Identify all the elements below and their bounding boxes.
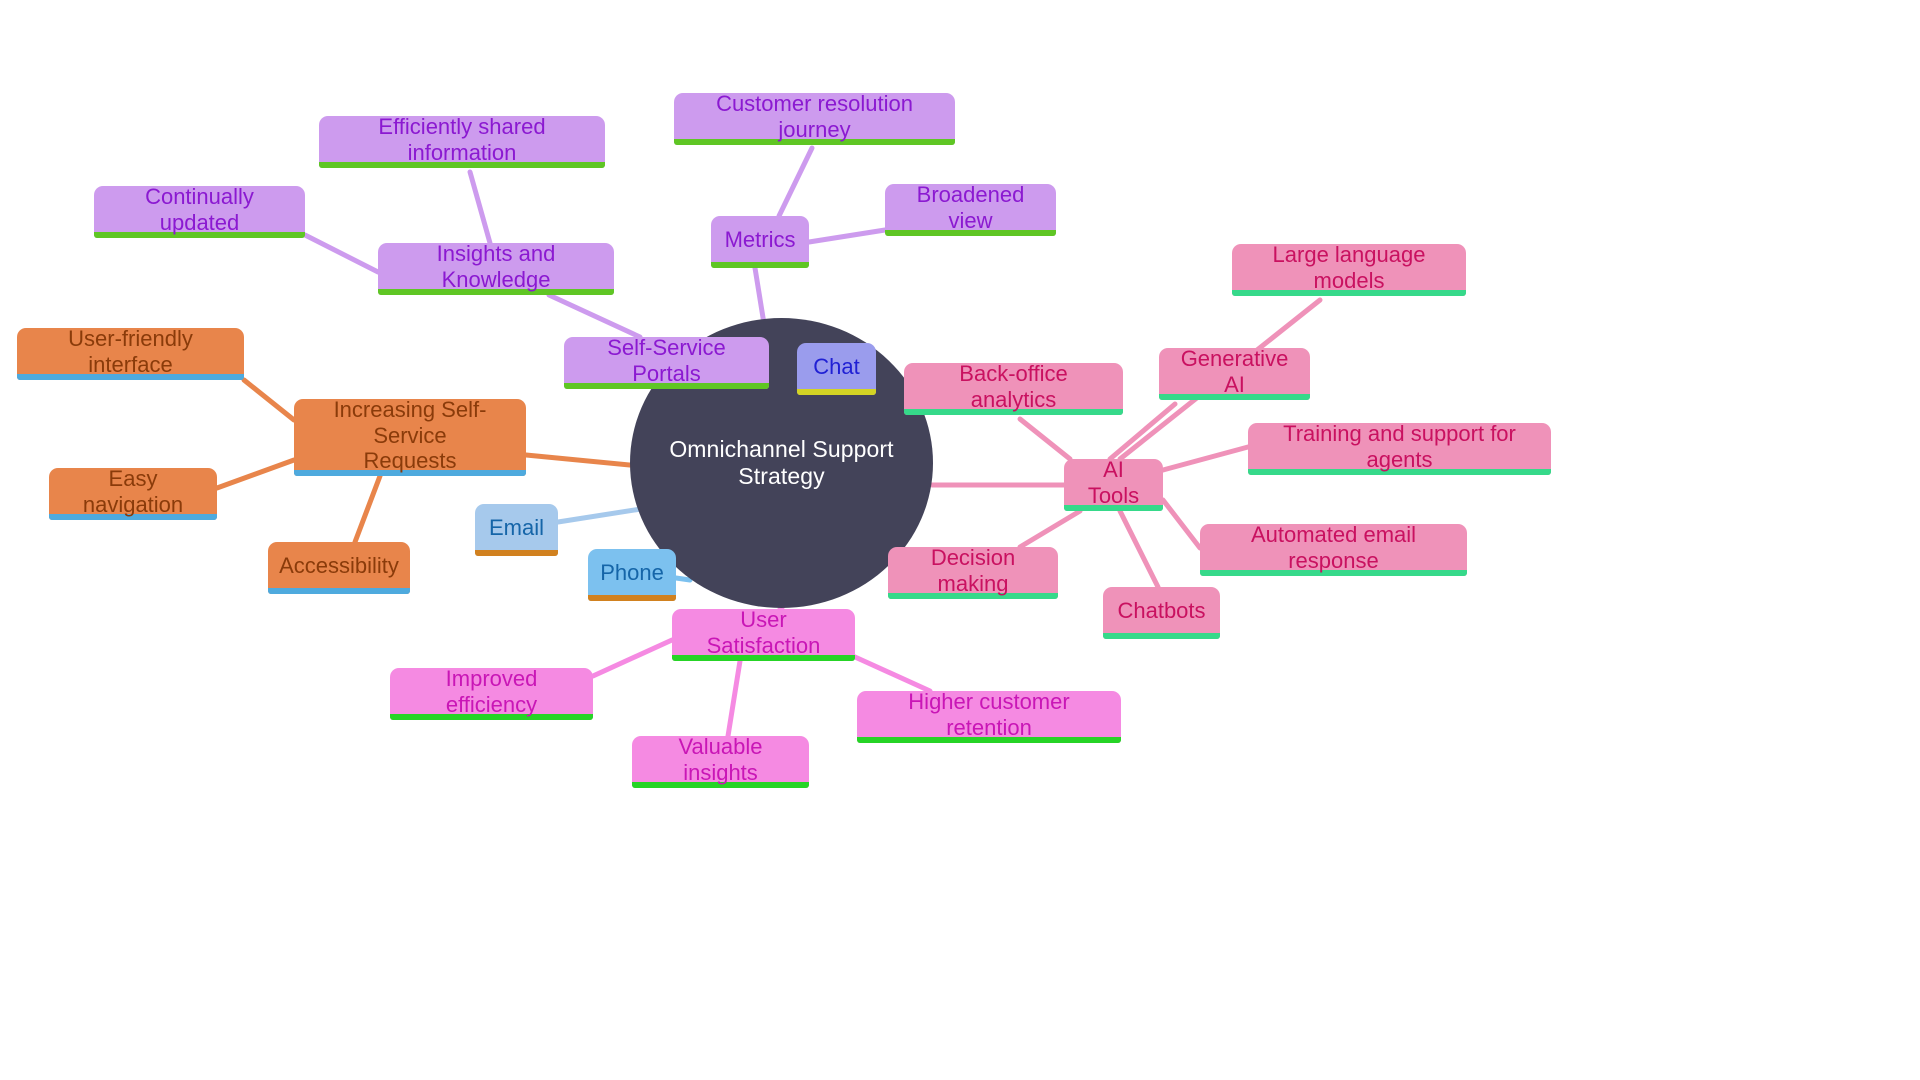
node-label-accessibility: Accessibility — [279, 553, 399, 579]
node-easy_navigation[interactable]: Easy navigation — [49, 466, 217, 520]
node-user_satisfaction[interactable]: User Satisfaction — [672, 607, 855, 661]
node-continually_updated[interactable]: Continually updated — [94, 184, 305, 238]
node-email[interactable]: Email — [475, 504, 558, 556]
node-label-efficiently_shared: Efficiently shared information — [378, 114, 546, 165]
node-label-training_support: Training and support for agents — [1283, 421, 1516, 472]
root-node-label: Omnichannel Support Strategy — [669, 436, 894, 489]
node-training_support[interactable]: Training and support for agents — [1248, 421, 1551, 475]
node-metrics[interactable]: Metrics — [711, 216, 809, 268]
node-label-higher_retention: Higher customer retention — [908, 689, 1070, 740]
node-underline-chatbots — [1103, 633, 1220, 639]
node-accessibility[interactable]: Accessibility — [268, 542, 410, 594]
node-efficiently_shared[interactable]: Efficiently shared information — [319, 114, 605, 168]
node-label-chatbots: Chatbots — [1117, 598, 1206, 624]
node-underline-chat — [797, 389, 876, 395]
mindmap-canvas: Omnichannel Support Strategy Continually … — [0, 0, 1920, 1080]
node-higher_retention[interactable]: Higher customer retention — [857, 689, 1121, 743]
node-label-improved_efficiency: Improved efficiency — [445, 666, 538, 717]
node-phone[interactable]: Phone — [588, 549, 676, 601]
node-underline-metrics — [711, 262, 809, 268]
node-customer_resolution[interactable]: Customer resolution journey — [674, 91, 955, 145]
node-increasing_requests[interactable]: Increasing Self-Service Requests — [294, 396, 526, 476]
node-label-large_language_models: Large language models — [1272, 242, 1426, 293]
node-ai_tools[interactable]: AI Tools — [1064, 457, 1163, 511]
node-label-continually_updated: Continually updated — [145, 184, 254, 235]
node-improved_efficiency[interactable]: Improved efficiency — [390, 666, 593, 720]
node-label-self_service_portals: Self-Service Portals — [607, 335, 726, 386]
node-underline-email — [475, 550, 558, 556]
node-label-ai_tools: AI Tools — [1087, 457, 1140, 508]
node-back_office_analytics[interactable]: Back-office analytics — [904, 361, 1123, 415]
node-generative_ai[interactable]: Generative AI — [1159, 346, 1310, 400]
node-label-phone: Phone — [600, 560, 664, 586]
node-automated_email[interactable]: Automated email response — [1200, 522, 1467, 576]
node-user_friendly[interactable]: User-friendly interface — [17, 326, 244, 380]
node-label-decision_making: Decision making — [930, 545, 1016, 596]
node-self_service_portals[interactable]: Self-Service Portals — [564, 335, 769, 389]
node-label-user_friendly: User-friendly interface — [68, 326, 193, 377]
node-chat[interactable]: Chat — [797, 343, 876, 395]
node-label-generative_ai: Generative AI — [1180, 346, 1289, 397]
node-chatbots[interactable]: Chatbots — [1103, 587, 1220, 639]
node-label-valuable_insights: Valuable insights — [678, 734, 763, 785]
node-underline-phone — [588, 595, 676, 601]
node-label-chat: Chat — [813, 354, 860, 380]
node-underline-accessibility — [268, 588, 410, 594]
node-broadened_view[interactable]: Broadened view — [885, 182, 1056, 236]
node-label-email: Email — [489, 515, 545, 541]
node-large_language_models[interactable]: Large language models — [1232, 242, 1466, 296]
node-layer: Omnichannel Support Strategy Continually … — [0, 0, 1920, 1080]
node-label-back_office_analytics: Back-office analytics — [959, 361, 1068, 412]
node-label-customer_resolution: Customer resolution journey — [716, 91, 913, 142]
node-valuable_insights[interactable]: Valuable insights — [632, 734, 809, 788]
node-label-insights_knowledge: Insights and Knowledge — [436, 241, 556, 292]
node-label-increasing_requests: Increasing Self-Service Requests — [333, 396, 487, 474]
node-insights_knowledge[interactable]: Insights and Knowledge — [378, 241, 614, 295]
node-label-metrics: Metrics — [724, 227, 796, 253]
node-label-user_satisfaction: User Satisfaction — [706, 607, 821, 658]
node-label-easy_navigation: Easy navigation — [82, 466, 184, 517]
node-decision_making[interactable]: Decision making — [888, 545, 1058, 599]
node-label-broadened_view: Broadened view — [916, 182, 1025, 233]
node-label-automated_email: Automated email response — [1250, 522, 1417, 573]
